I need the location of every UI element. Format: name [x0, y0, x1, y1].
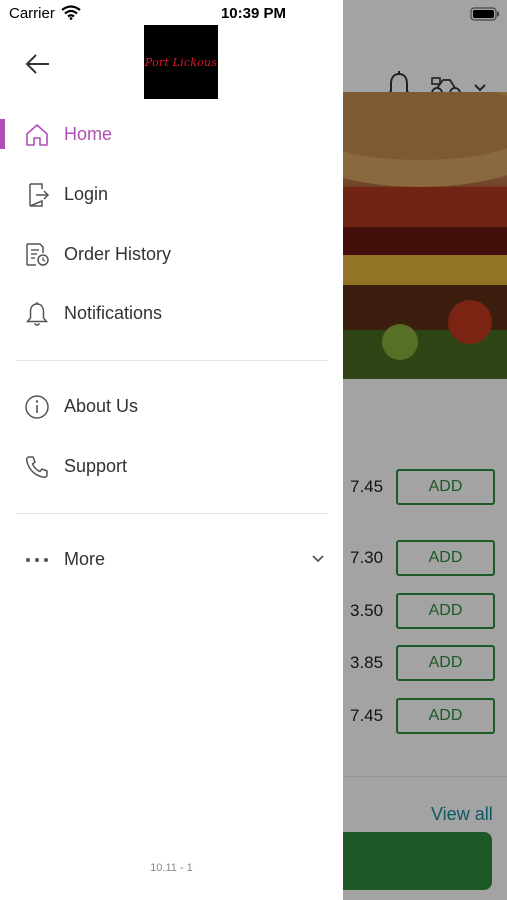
- app-version: 10.11 - 1: [150, 862, 193, 874]
- menu-divider: [16, 360, 328, 361]
- nav-item-home[interactable]: Home: [0, 110, 343, 160]
- nav-item-about-us[interactable]: About Us: [0, 382, 343, 432]
- restaurant-logo: Port Lickous: [144, 25, 218, 99]
- navigation-drawer: Port Lickous Home Login Order History No…: [0, 0, 343, 900]
- status-bar: Carrier 10:39 PM: [0, 0, 507, 28]
- chevron-down-icon[interactable]: [310, 551, 326, 567]
- nav-item-login[interactable]: Login: [0, 170, 343, 220]
- nav-label: More: [64, 549, 106, 569]
- login-icon: [29, 183, 50, 207]
- home-icon: [26, 124, 48, 146]
- order-history-icon: [26, 243, 49, 266]
- phone-icon: [25, 456, 48, 479]
- back-arrow-icon[interactable]: [24, 50, 52, 78]
- bell-icon: [25, 302, 49, 326]
- info-icon: [25, 395, 49, 419]
- battery-icon: [470, 7, 499, 21]
- nav-item-notifications[interactable]: Notifications: [0, 289, 343, 339]
- nav-item-support[interactable]: Support: [0, 442, 343, 492]
- clock: 10:39 PM: [220, 5, 287, 22]
- nav-item-more[interactable]: More: [0, 535, 343, 585]
- menu-divider: [16, 513, 328, 514]
- nav-label: About Us: [64, 396, 139, 416]
- nav-label: Order History: [64, 244, 172, 264]
- more-dots-icon: [26, 558, 48, 562]
- nav-label: Login: [64, 184, 109, 204]
- nav-item-order-history[interactable]: Order History: [0, 230, 343, 280]
- nav-label: Support: [64, 456, 128, 476]
- nav-label: Home: [64, 124, 113, 144]
- logo-text: Port Lickous: [144, 55, 218, 69]
- nav-label: Notifications: [64, 303, 163, 323]
